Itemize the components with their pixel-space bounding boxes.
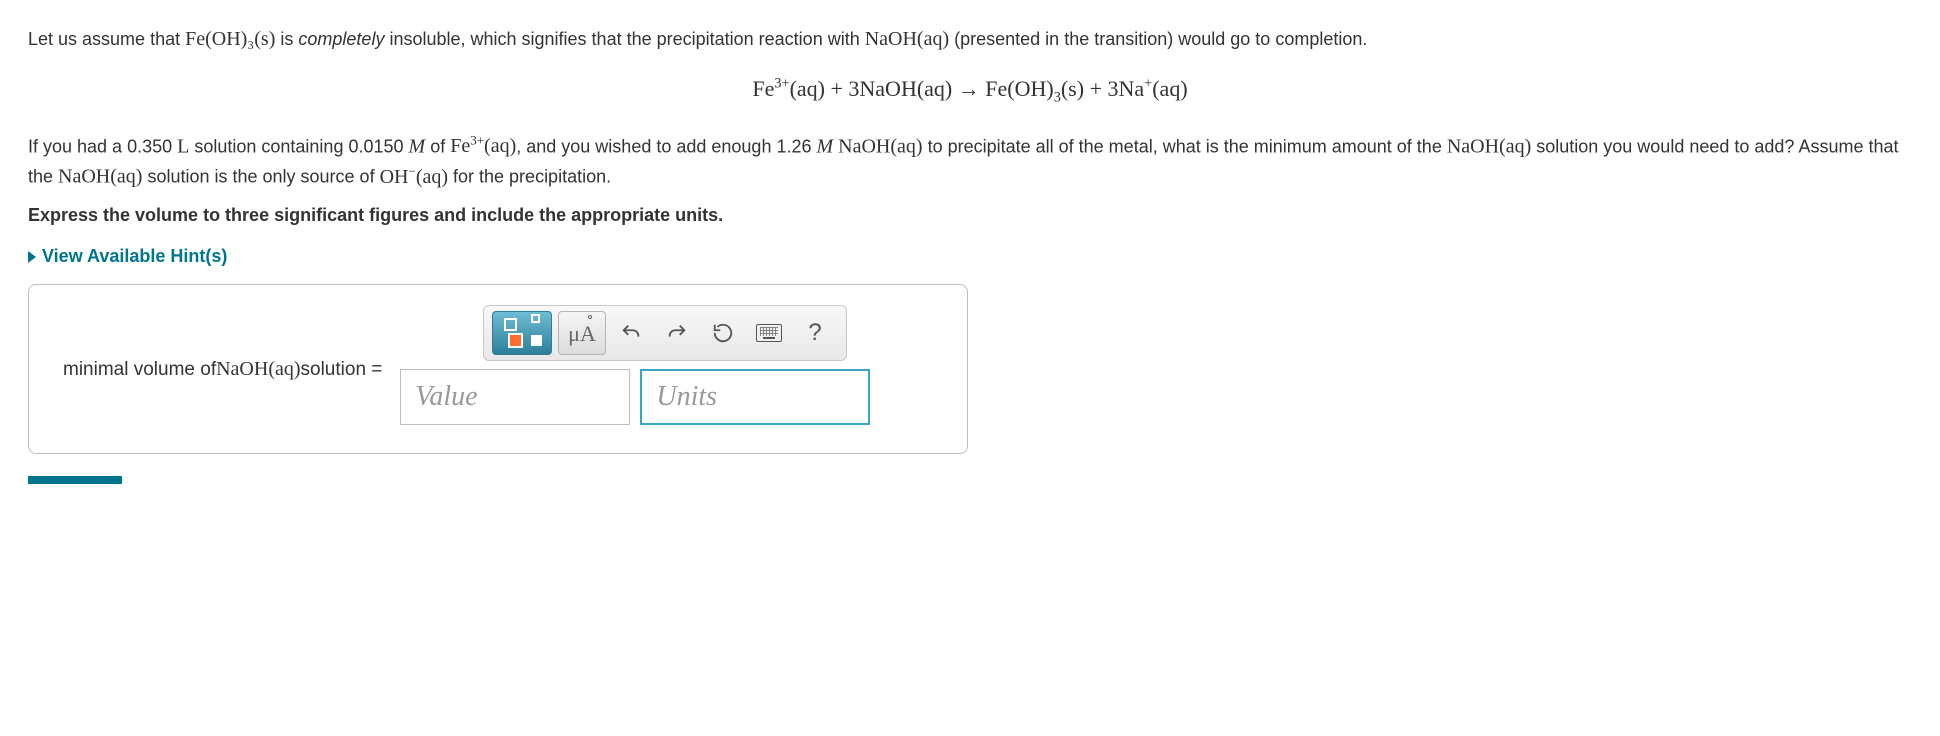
answer-toolbar: μA ? [483, 305, 847, 361]
hints-label: View Available Hint(s) [42, 243, 227, 270]
chevron-right-icon [28, 251, 36, 263]
answer-panel: μA ? minimal volume of NaOH(aq) solution… [28, 284, 968, 454]
progress-indicator [28, 476, 122, 484]
problem-text-line1: Let us assume that Fe(OH)₃(s) is complet… [28, 24, 1912, 54]
chem-naoh-aq: NaOH(aq) [865, 28, 949, 50]
answer-variable-label: minimal volume of NaOH(aq) solution = [63, 354, 382, 385]
undo-icon [620, 322, 642, 344]
chem-feoh3s: Fe(OH)₃(s) [185, 28, 275, 50]
view-hints-toggle[interactable]: View Available Hint(s) [28, 243, 227, 270]
problem-text-line2: If you had a 0.350 L solution containing… [28, 131, 1912, 192]
keyboard-button[interactable] [748, 312, 790, 354]
templates-icon [502, 318, 542, 348]
reaction-equation: Fe3+(aq) + 3NaOH(aq) → Fe(OH)3(s) + 3Na+… [28, 72, 1912, 109]
redo-icon [666, 322, 688, 344]
templates-button[interactable] [492, 311, 552, 355]
undo-button[interactable] [610, 312, 652, 354]
mu-angstrom-icon: μA [568, 317, 596, 350]
keyboard-icon [756, 324, 782, 342]
help-button[interactable]: ? [794, 312, 836, 354]
units-input[interactable] [640, 369, 870, 425]
answer-instruction: Express the volume to three significant … [28, 202, 1912, 229]
reset-button[interactable] [702, 312, 744, 354]
special-chars-button[interactable]: μA [558, 311, 606, 355]
help-icon: ? [808, 315, 821, 351]
redo-button[interactable] [656, 312, 698, 354]
reset-icon [712, 322, 734, 344]
value-input[interactable] [400, 369, 630, 425]
